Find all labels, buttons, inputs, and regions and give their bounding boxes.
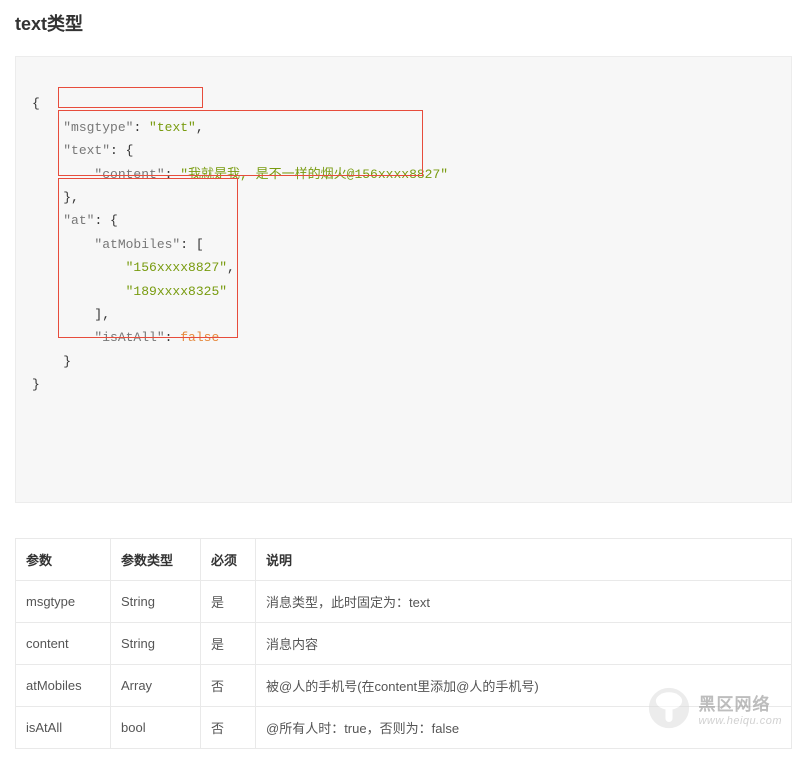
cell-type: Array	[111, 665, 201, 707]
watermark-url: www.heiqu.com	[698, 715, 782, 727]
th-required: 必须	[201, 539, 256, 581]
cell-param: isAtAll	[16, 707, 111, 749]
code-block: { "msgtype": "text", "text": { "content"…	[15, 56, 792, 503]
code-key: "content"	[94, 167, 164, 182]
cell-type: String	[111, 623, 201, 665]
logo-icon	[648, 687, 690, 729]
table-row: content String 是 消息内容	[16, 623, 792, 665]
code-line: {	[32, 96, 40, 111]
highlight-box-msgtype	[58, 87, 203, 108]
code-string: "我就是我, 是不一样的烟火@156xxxx8827"	[180, 167, 448, 182]
cell-type: bool	[111, 707, 201, 749]
table-header-row: 参数 参数类型 必须 说明	[16, 539, 792, 581]
cell-required: 否	[201, 665, 256, 707]
cell-param: msgtype	[16, 581, 111, 623]
code-string: "156xxxx8827"	[126, 260, 227, 275]
code-key: "isAtAll"	[94, 330, 164, 345]
code-punc: },	[63, 190, 79, 205]
cell-required: 是	[201, 623, 256, 665]
code-literal: false	[180, 330, 219, 345]
code-punc: ],	[94, 307, 110, 322]
code-key: "text"	[63, 143, 110, 158]
th-desc: 说明	[256, 539, 792, 581]
code-string: "text"	[149, 120, 196, 135]
cell-param: atMobiles	[16, 665, 111, 707]
cell-desc: 消息类型，此时固定为：text	[256, 581, 792, 623]
th-type: 参数类型	[111, 539, 201, 581]
code-key: "atMobiles"	[94, 237, 180, 252]
cell-param: content	[16, 623, 111, 665]
watermark-title: 黑区网络	[698, 690, 782, 715]
cell-type: String	[111, 581, 201, 623]
code-key: "msgtype"	[63, 120, 133, 135]
cell-required: 是	[201, 581, 256, 623]
cell-required: 否	[201, 707, 256, 749]
watermark: 黑区网络 www.heiqu.com	[648, 687, 782, 729]
table-row: msgtype String 是 消息类型，此时固定为：text	[16, 581, 792, 623]
highlight-box-at	[58, 178, 238, 338]
code-string: "189xxxx8325"	[126, 284, 227, 299]
code-key: "at"	[63, 213, 94, 228]
cell-desc: 消息内容	[256, 623, 792, 665]
code-line: }	[32, 377, 40, 392]
section-title: text类型	[15, 10, 792, 36]
th-param: 参数	[16, 539, 111, 581]
code-punc: }	[63, 354, 71, 369]
